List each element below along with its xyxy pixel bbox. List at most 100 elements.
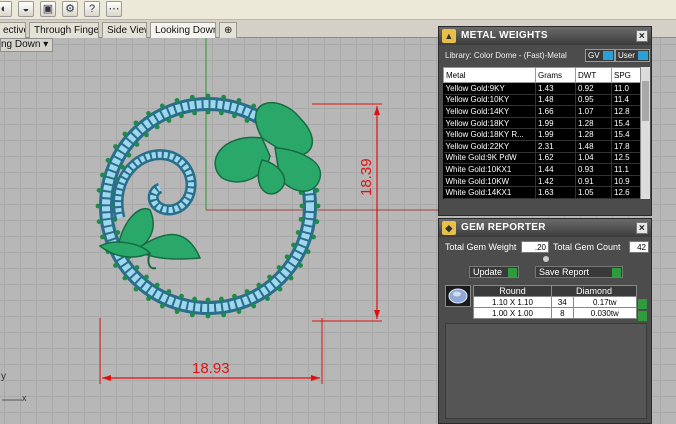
tab-side-view[interactable]: Side View xyxy=(102,22,147,38)
table-cell: 17.8 xyxy=(611,140,641,153)
table-cell: 14.3 xyxy=(611,198,641,199)
prong-bead xyxy=(251,303,257,309)
metal-weights-header[interactable]: ▲ METAL WEIGHTS × xyxy=(439,27,651,45)
table-cell: 1.04 xyxy=(575,152,612,165)
render-icon[interactable]: ▣ xyxy=(40,1,56,17)
splitter-handle[interactable] xyxy=(543,256,549,262)
update-button[interactable]: Update xyxy=(469,266,519,278)
table-row[interactable]: Yellow Gold:18KY R... 1.99 1.28 15.4 xyxy=(443,128,641,141)
gem-reporter-title: GEM REPORTER xyxy=(461,222,546,233)
metal-weights-title: METAL WEIGHTS xyxy=(461,30,548,41)
table-row[interactable]: White Gold:14K PdW1.851.1914.3 xyxy=(443,198,641,199)
gem-row-2-play-icon[interactable] xyxy=(638,311,647,321)
table-row[interactable]: Yellow Gold:14KY 1.66 1.07 12.8 xyxy=(443,105,641,118)
table-cell: 12.6 xyxy=(611,186,641,199)
close-icon[interactable]: × xyxy=(636,222,648,234)
save-report-button[interactable]: Save Report xyxy=(535,266,623,278)
table-cell: 1.42 xyxy=(535,175,576,188)
table-cell: Yellow Gold:18KY xyxy=(443,117,536,130)
gem-table: Round Diamond 1.10 X 1.10 34 0.17tw 1.00 X … xyxy=(473,285,638,319)
table-cell: 1.10 X 1.10 xyxy=(473,296,552,308)
col-round: Round xyxy=(473,285,552,297)
col-dwt[interactable]: DWT xyxy=(575,67,612,83)
close-icon[interactable]: × xyxy=(636,30,648,42)
table-row[interactable]: Yellow Gold:10KY 1.48 0.95 11.4 xyxy=(443,94,641,107)
table-row[interactable]: White Gold:10KX1 1.44 0.93 11.1 xyxy=(443,163,641,176)
prong-bead xyxy=(236,98,242,103)
prong-bead xyxy=(154,124,160,130)
tab-through-finger[interactable]: Through Finger xyxy=(29,22,99,38)
table-cell: 11.0 xyxy=(611,82,641,95)
prong-bead xyxy=(311,234,316,240)
gem-row-1-play-icon[interactable] xyxy=(638,299,647,309)
table-cell: 1.63 xyxy=(535,186,576,199)
prong-bead xyxy=(154,282,160,288)
top-toolbar: ◐ ◒ ▣ ⚙ ? ⋯ xyxy=(0,0,676,20)
table-cell: 0.92 xyxy=(575,82,612,95)
metal-table-scrollbar[interactable] xyxy=(640,67,650,199)
gem-reporter-header[interactable]: ◆ GEM REPORTER × xyxy=(439,219,651,237)
col-spg[interactable]: SPG xyxy=(611,67,641,83)
options-icon[interactable]: ⋯ xyxy=(106,1,122,17)
table-row[interactable]: White Gold:9K PdW 1.62 1.04 12.5 xyxy=(443,152,641,165)
table-row[interactable]: White Gold:14KX1 1.63 1.05 12.6 xyxy=(443,186,641,199)
col-diamond: Diamond xyxy=(551,285,637,297)
new-tab-icon[interactable]: ⊕ xyxy=(219,22,237,38)
table-cell: 0.17tw xyxy=(572,296,638,308)
user-toggle-label: User xyxy=(618,51,635,60)
prong-bead xyxy=(284,254,290,260)
prong-bead xyxy=(189,94,195,100)
prong-bead xyxy=(96,187,102,193)
table-cell: 1.00 X 1.00 xyxy=(473,307,552,319)
metal-table: Metal Grams DWT SPG Yellow Gold:9KY 1.43 0… xyxy=(443,67,641,199)
dimension-horizontal-label: 18.93 xyxy=(192,360,230,377)
shape-tool-icon[interactable]: ◐ xyxy=(0,1,12,17)
table-row[interactable]: White Gold:10KW 1.42 0.91 10.9 xyxy=(443,175,641,188)
prong-bead xyxy=(134,142,140,147)
table-cell: Yellow Gold:22KY xyxy=(443,140,536,153)
prong-bead xyxy=(166,289,172,294)
tab-perspective[interactable]: ective xyxy=(0,22,26,38)
gem-table-header: Round Diamond xyxy=(473,285,637,297)
scroll-thumb[interactable] xyxy=(642,81,649,121)
prong-bead xyxy=(305,249,311,255)
gem-list-empty-area xyxy=(445,323,647,419)
table-row[interactable]: Yellow Gold:9KY 1.43 0.92 11.0 xyxy=(443,82,641,95)
prong-bead xyxy=(221,312,227,318)
table-cell: 12.5 xyxy=(611,152,641,165)
prong-bead xyxy=(265,296,270,301)
prong-bead xyxy=(133,120,139,126)
table-cell: 1.48 xyxy=(575,140,612,153)
table-row[interactable]: Yellow Gold:22KY 2.31 1.48 17.8 xyxy=(443,140,641,153)
table-cell: Yellow Gold:18KY R... xyxy=(443,128,536,141)
play-icon xyxy=(508,268,517,277)
prong-bead xyxy=(144,274,149,280)
table-cell: 12.8 xyxy=(611,105,641,118)
prong-bead xyxy=(205,313,211,319)
gv-toggle[interactable]: GV xyxy=(585,49,615,62)
gem-reporter-panel: ◆ GEM REPORTER × Total Gem Weight .20 To… xyxy=(438,218,652,424)
table-row[interactable]: 1.00 X 1.00 8 0.030tw xyxy=(473,307,638,319)
prong-bead xyxy=(179,113,184,119)
col-grams[interactable]: Grams xyxy=(535,67,576,83)
settings-icon[interactable]: ⚙ xyxy=(62,1,78,17)
library-label: Library: Color Dome - (Fast)-Metal xyxy=(445,51,567,60)
table-cell: 1.28 xyxy=(575,117,612,130)
prong-bead xyxy=(276,265,282,270)
col-metal[interactable]: Metal xyxy=(443,67,536,83)
help-icon[interactable]: ? xyxy=(84,1,100,17)
table-cell: Yellow Gold:10KY xyxy=(443,94,536,107)
table-cell: White Gold:9K PdW xyxy=(443,152,536,165)
table-cell: 1.62 xyxy=(535,152,576,165)
metal-weights-panel: ▲ METAL WEIGHTS × Library: Color Dome - … xyxy=(438,26,652,216)
table-row[interactable]: Yellow Gold:18KY 1.99 1.28 15.4 xyxy=(443,117,641,130)
dim-v-arrow-top xyxy=(374,106,380,115)
user-toggle[interactable]: User xyxy=(615,49,650,62)
prong-bead xyxy=(166,118,172,123)
table-row[interactable]: 1.10 X 1.10 34 0.17tw xyxy=(473,296,638,308)
table-cell: 15.4 xyxy=(611,128,641,141)
tab-looking-down[interactable]: Looking Down xyxy=(150,22,216,38)
prong-bead xyxy=(232,293,237,299)
prong-bead xyxy=(221,94,227,100)
curve-tool-icon[interactable]: ◒ xyxy=(18,1,34,17)
